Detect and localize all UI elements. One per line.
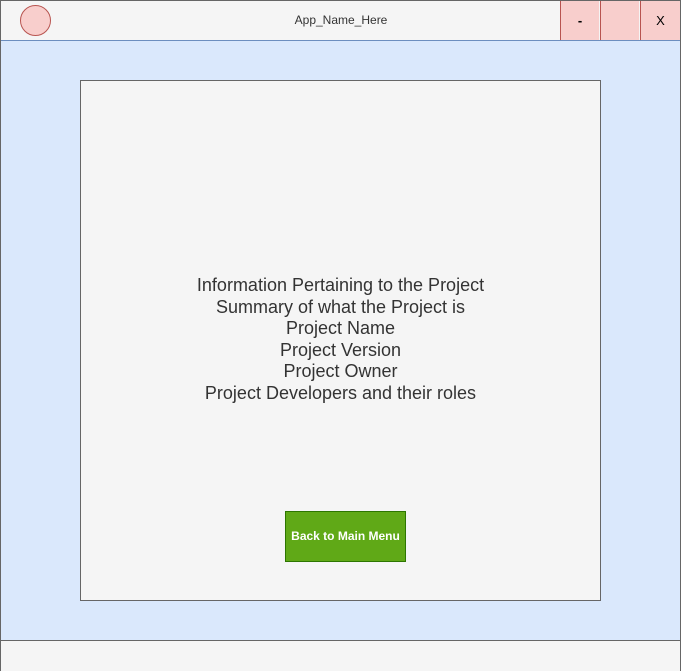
- info-line-project-version: Project Version: [279, 339, 402, 360]
- title-bar[interactable]: App_Name_Here - X: [1, 1, 680, 41]
- status-bar: [1, 640, 680, 671]
- back-to-main-menu-button[interactable]: Back to Main Menu: [285, 511, 406, 562]
- info-line-summary: Summary of what the Project is: [215, 296, 466, 317]
- minimize-button[interactable]: -: [560, 1, 599, 40]
- project-info-panel: Information Pertaining to the Project Su…: [80, 80, 601, 601]
- info-line-project-owner: Project Owner: [283, 361, 398, 382]
- info-line-project-name: Project Name: [285, 318, 396, 339]
- close-button[interactable]: X: [640, 1, 680, 40]
- app-window: App_Name_Here - X Information Pertaining…: [0, 0, 681, 671]
- app-icon: [20, 5, 51, 36]
- info-line-project-developers: Project Developers and their roles: [204, 382, 477, 403]
- info-line-heading: Information Pertaining to the Project: [196, 275, 485, 295]
- maximize-button[interactable]: [600, 1, 639, 40]
- project-info-text: Information Pertaining to the Project Su…: [81, 275, 600, 405]
- window-title: App_Name_Here: [294, 13, 388, 27]
